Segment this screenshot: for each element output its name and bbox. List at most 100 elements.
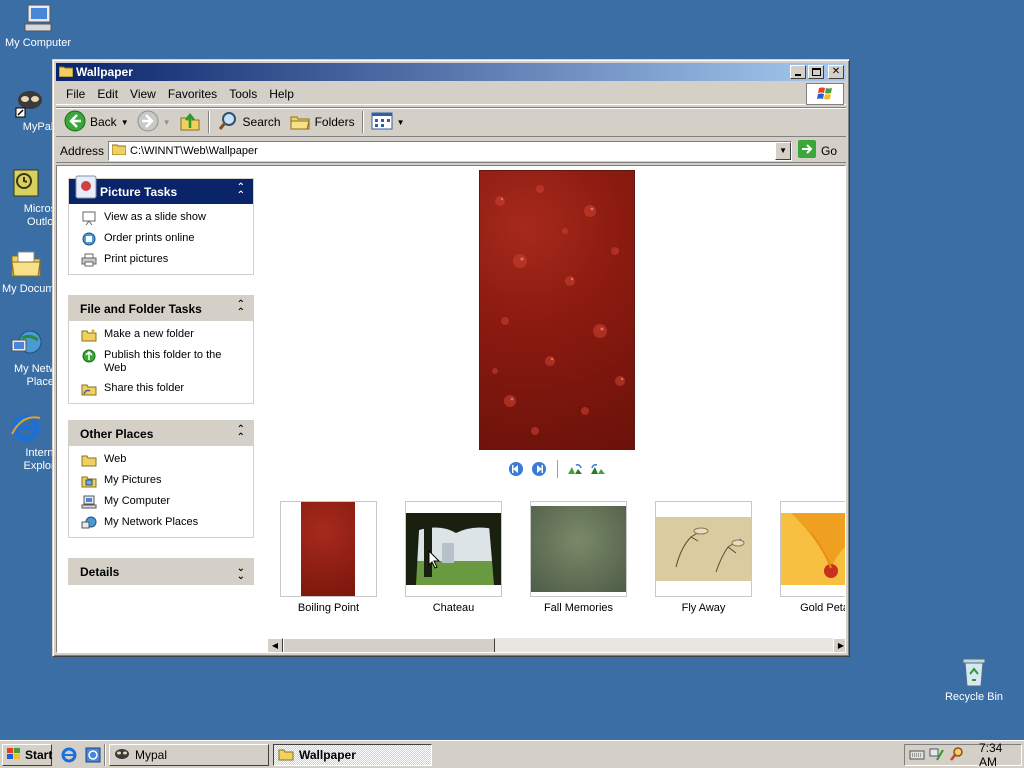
folders-button[interactable]: Folders: [285, 109, 359, 135]
taskbar-item-label: Mypal: [135, 748, 168, 762]
task-order-prints[interactable]: Order prints online: [81, 232, 253, 246]
clock[interactable]: 7:34 AM: [979, 741, 1021, 768]
search-tray-icon[interactable]: [949, 746, 965, 765]
up-folder-button[interactable]: [175, 109, 205, 135]
keyboard-icon[interactable]: [909, 747, 925, 764]
picture-tasks-header[interactable]: Picture Tasks ⌃ ⌃: [69, 175, 253, 204]
thumbnail-item[interactable]: Gold Petals: [780, 501, 845, 614]
collapse-chevron-icon[interactable]: ⌃ ⌃: [237, 425, 245, 443]
rotate-clockwise-button[interactable]: [567, 461, 583, 477]
place-my-computer[interactable]: My Computer: [81, 495, 253, 509]
place-label: Web: [104, 453, 127, 465]
water-drops-image: [492, 185, 625, 435]
task-label: Share this folder: [104, 382, 185, 394]
outlook-express-icon[interactable]: [84, 746, 102, 767]
collapse-chevron-icon[interactable]: ⌃ ⌃: [237, 300, 245, 318]
back-button[interactable]: Back ▼: [60, 109, 133, 135]
desktop-icon-network-places[interactable]: My Network Places: [0, 328, 52, 389]
fall-memories-thumbnail: [531, 506, 626, 592]
menu-edit[interactable]: Edit: [91, 85, 124, 103]
scroll-right-button[interactable]: ▶: [833, 638, 845, 652]
menu-file[interactable]: File: [60, 85, 91, 103]
place-my-pictures[interactable]: My Pictures: [81, 474, 253, 488]
thumbnail-frame: [530, 501, 627, 597]
task-new-folder[interactable]: Make a new folder: [81, 328, 253, 342]
menu-help[interactable]: Help: [263, 85, 300, 103]
quick-launch: [60, 746, 102, 767]
slideshow-icon: [81, 211, 97, 226]
minimize-button[interactable]: [790, 65, 806, 79]
start-button[interactable]: Start: [2, 744, 52, 766]
scroll-thumb[interactable]: [283, 638, 495, 652]
expand-chevron-icon[interactable]: ⌄ ⌄: [237, 564, 245, 582]
place-web[interactable]: Web: [81, 453, 253, 467]
taskbar-item-mypal[interactable]: Mypal: [109, 744, 269, 766]
menu-favorites[interactable]: Favorites: [162, 85, 223, 103]
thumbnail-item[interactable]: Boiling Point: [280, 501, 377, 614]
other-places-header[interactable]: Other Places ⌃ ⌃: [69, 421, 253, 446]
recycle-bin-icon: [958, 656, 990, 688]
taskbar-item-label: Wallpaper: [299, 748, 356, 762]
file-folder-tasks-header[interactable]: File and Folder Tasks ⌃ ⌃: [69, 296, 253, 321]
maximize-button[interactable]: [808, 65, 824, 79]
collapse-chevron-icon[interactable]: ⌃ ⌃: [237, 183, 245, 201]
views-button[interactable]: ▼: [367, 109, 409, 135]
task-print-pictures[interactable]: Print pictures: [81, 253, 253, 267]
close-button[interactable]: ✕: [828, 65, 844, 79]
place-my-network-places[interactable]: My Network Places: [81, 516, 253, 530]
thumbnail-item[interactable]: Chateau: [405, 501, 502, 614]
task-label: Order prints online: [104, 232, 195, 244]
address-value: C:\WINNT\Web\Wallpaper: [130, 144, 258, 157]
taskbar-item-wallpaper[interactable]: Wallpaper: [273, 744, 432, 766]
rotate-counterclockwise-button[interactable]: [590, 461, 606, 477]
details-header[interactable]: Details ⌄ ⌄: [69, 559, 253, 584]
chevron-down-icon[interactable]: ▼: [121, 118, 129, 127]
gold-petals-thumbnail: [781, 513, 845, 585]
internet-explorer-icon[interactable]: [60, 746, 78, 767]
task-view-slideshow[interactable]: View as a slide show: [81, 211, 253, 226]
next-image-button[interactable]: [531, 461, 547, 477]
desktop-icon-recycle-bin[interactable]: Recycle Bin: [936, 656, 1012, 704]
mypal-icon: [114, 746, 130, 765]
task-share-folder[interactable]: Share this folder: [81, 382, 253, 396]
picture-tasks-panel: Picture Tasks ⌃ ⌃ View as a slide show Or…: [68, 175, 254, 275]
outlook-icon: [10, 168, 42, 200]
my-documents-icon: [10, 248, 42, 280]
thumbnail-item[interactable]: Fall Memories: [530, 501, 627, 614]
network-status-icon[interactable]: [929, 746, 945, 765]
thumbnail-item[interactable]: Fly Away: [655, 501, 752, 614]
desktop-icon-my-documents[interactable]: My Documents: [0, 248, 52, 296]
task-publish-web[interactable]: Publish this folder to the Web: [81, 349, 253, 375]
previous-image-button[interactable]: [508, 461, 524, 477]
internet-explorer-icon: [10, 412, 42, 444]
chevron-down-icon[interactable]: ▼: [397, 118, 405, 127]
details-panel: Details ⌄ ⌄: [68, 558, 254, 585]
chateau-thumbnail: [406, 513, 501, 585]
controls-separator: [557, 460, 558, 478]
horizontal-scrollbar[interactable]: ◀ ▶: [267, 638, 845, 652]
desktop-icon-my-computer[interactable]: My Computer: [0, 2, 76, 50]
chevron-down-icon[interactable]: ▼: [163, 118, 171, 127]
start-label: Start: [25, 748, 53, 762]
image-preview[interactable]: [479, 170, 635, 450]
system-tray: 7:34 AM: [904, 741, 1022, 768]
desktop-icon-label: Internet Explorer: [23, 447, 52, 472]
filmstrip: Boiling Point Chateau Fall Memories Fly …: [280, 501, 845, 621]
scroll-left-button[interactable]: ◀: [267, 638, 283, 652]
address-input[interactable]: C:\WINNT\Web\Wallpaper ▼: [108, 140, 793, 161]
desktop-icon-internet-explorer[interactable]: Internet Explorer: [0, 412, 52, 473]
menu-tools[interactable]: Tools: [223, 85, 263, 103]
address-dropdown-button[interactable]: ▼: [775, 141, 792, 160]
views-icon: [371, 112, 393, 133]
desktop-icon-mypal[interactable]: MyPal: [0, 86, 60, 134]
forward-button[interactable]: ▼: [133, 109, 175, 135]
desktop-icon-outlook[interactable]: Microsoft Outlook: [0, 168, 52, 229]
go-button[interactable]: Go: [798, 140, 837, 161]
window-titlebar[interactable]: Wallpaper ✕: [56, 63, 846, 81]
task-pane: Picture Tasks ⌃ ⌃ View as a slide show Or…: [57, 166, 267, 652]
menu-view[interactable]: View: [124, 85, 162, 103]
search-icon: [217, 110, 239, 135]
new-folder-icon: [81, 328, 97, 342]
folders-label: Folders: [314, 115, 355, 129]
search-button[interactable]: Search: [213, 109, 285, 135]
